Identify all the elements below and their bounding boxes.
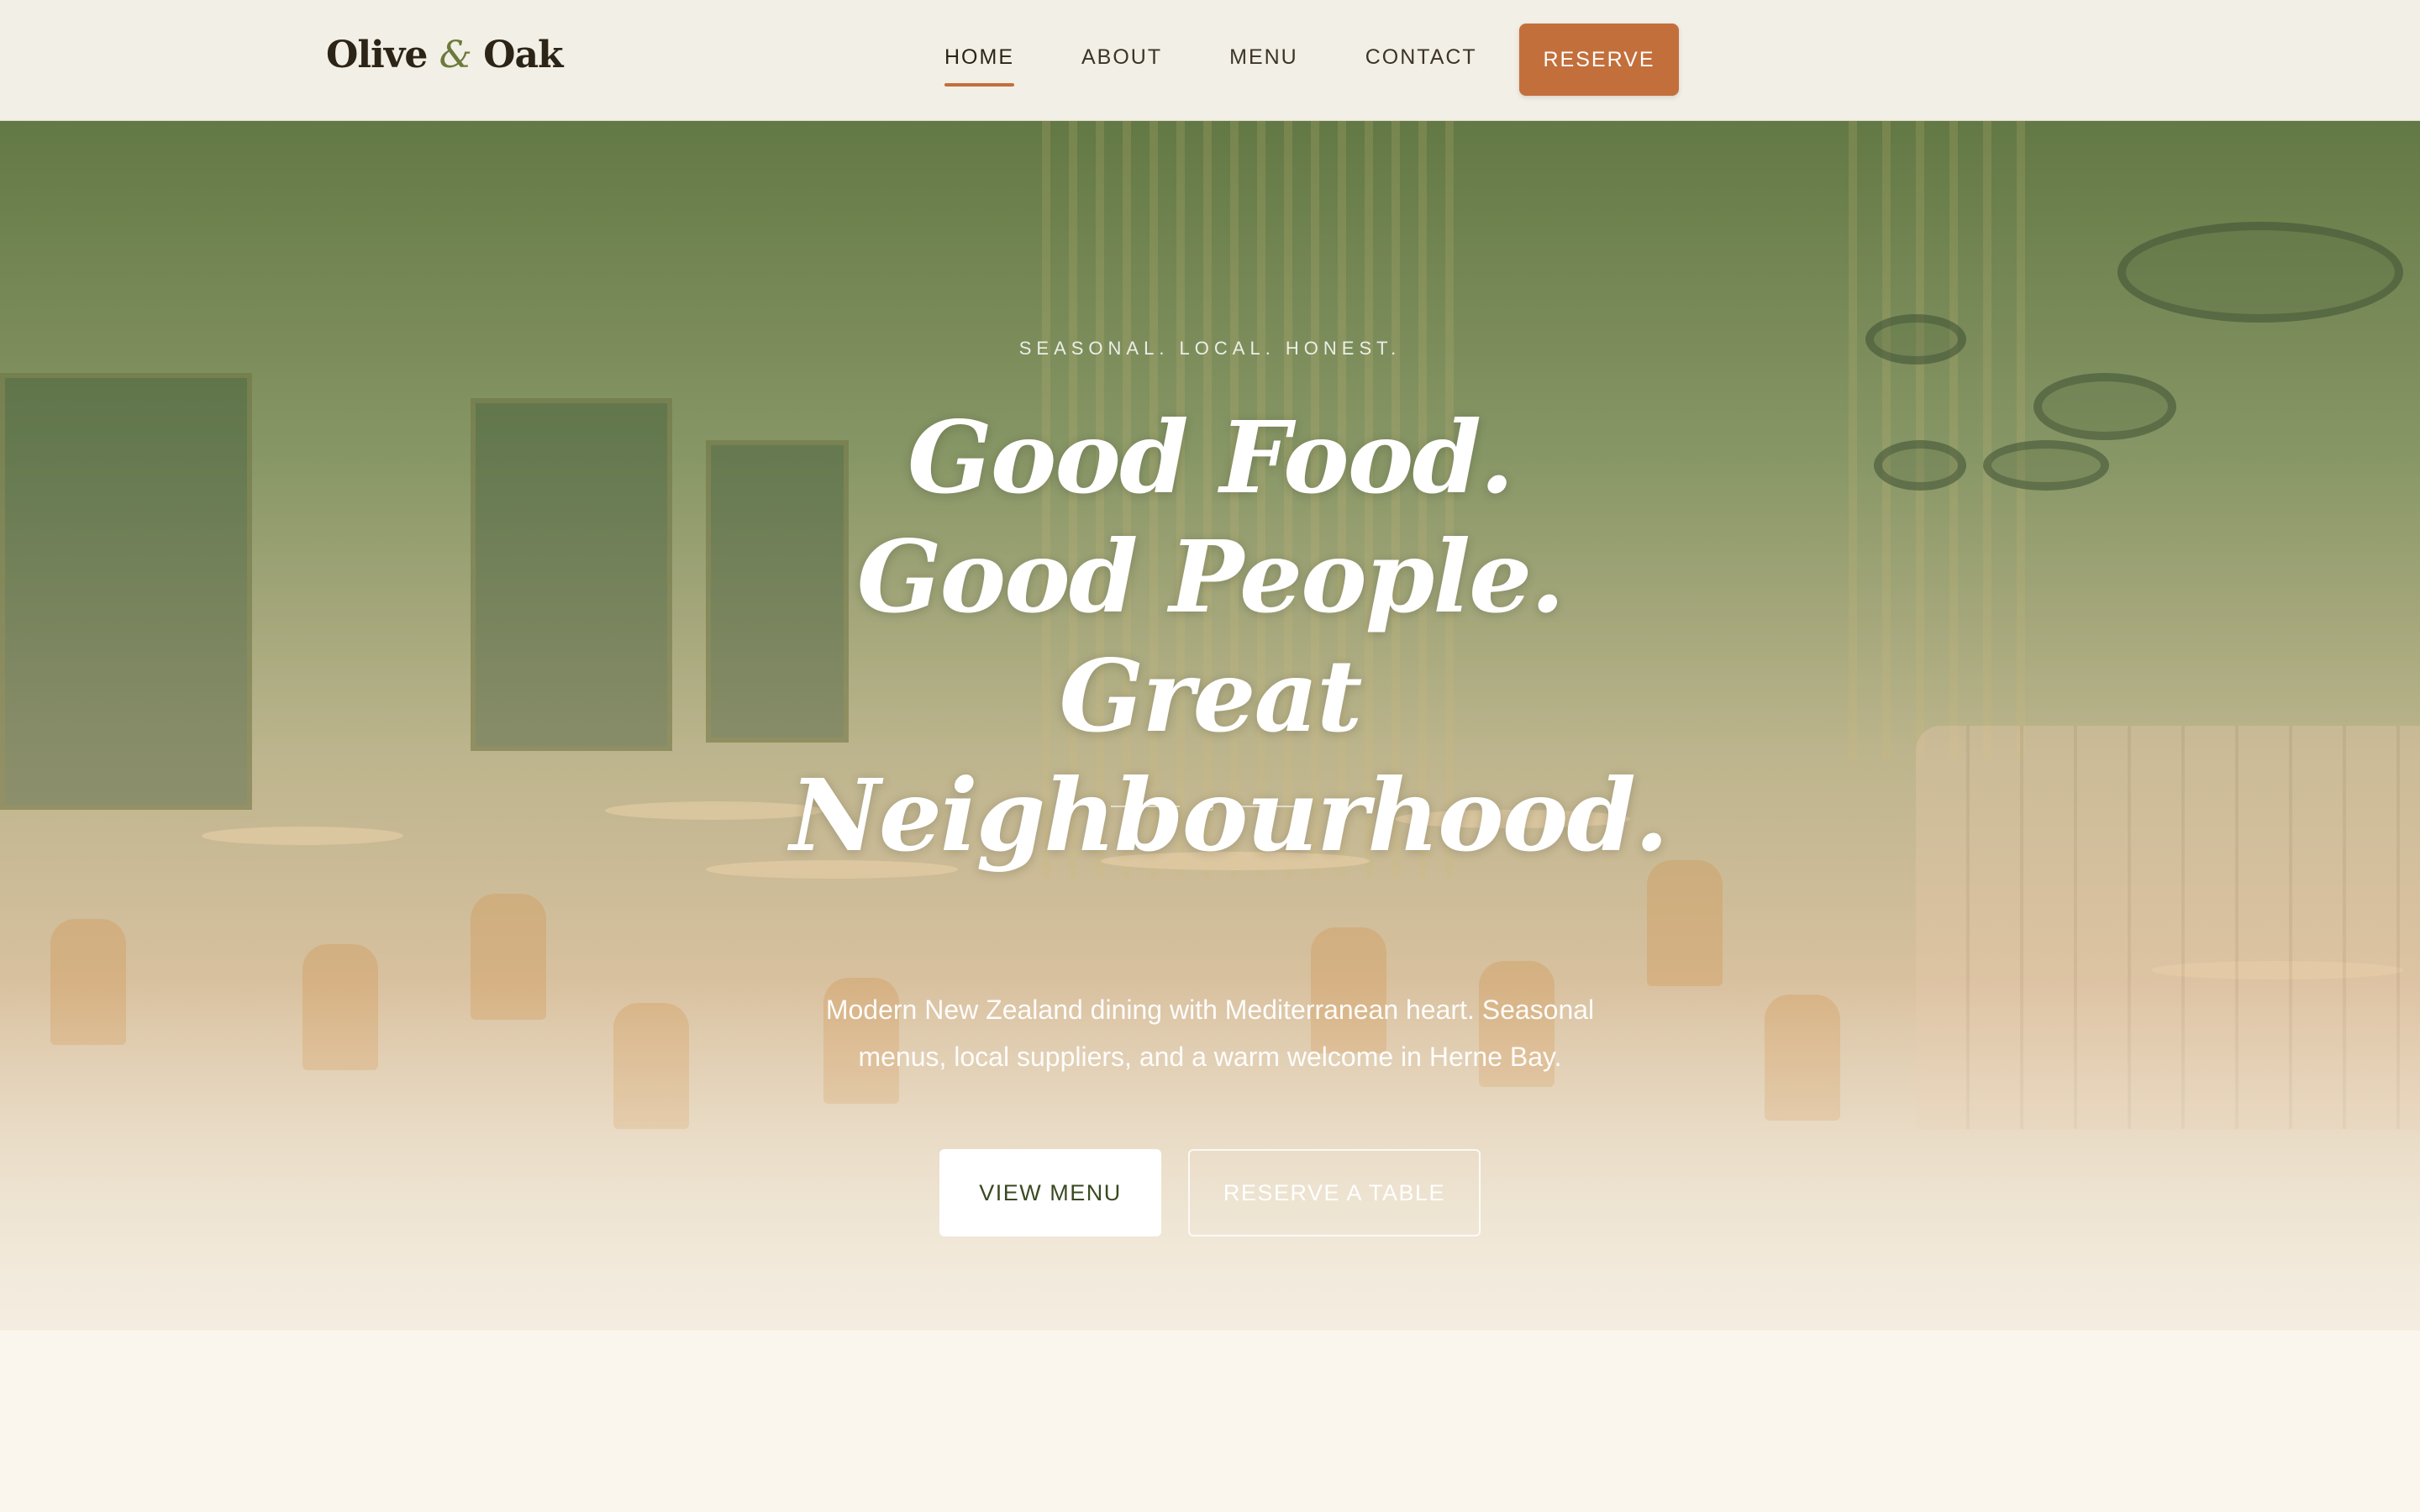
hero-subtitle: Modern New Zealand dining with Mediterra…: [825, 995, 1595, 1072]
main-nav: HOME ABOUT MENU CONTACT: [944, 45, 1544, 87]
nav-home[interactable]: HOME: [944, 45, 1014, 87]
below-fold-section: [0, 1331, 2420, 1512]
nav-menu[interactable]: MENU: [1229, 45, 1298, 70]
brand-name-first: Olive: [326, 34, 428, 76]
view-menu-button[interactable]: VIEW MENU: [939, 1149, 1161, 1236]
brand-logo[interactable]: Olive & Oak: [326, 34, 563, 76]
hero-section: SEASONAL. LOCAL. HONEST. Good Food. Good…: [0, 121, 2420, 1331]
hero-eyebrow: SEASONAL. LOCAL. HONEST.: [1018, 338, 1402, 359]
reserve-button[interactable]: RESERVE: [1519, 24, 1679, 96]
reserve-table-button[interactable]: RESERVE A TABLE: [1188, 1149, 1481, 1236]
brand-ampersand: &: [439, 34, 472, 76]
site-header: Olive & Oak HOME ABOUT MENU CONTACT RESE…: [0, 0, 2420, 121]
hero-divider: ❦: [1111, 797, 1309, 814]
divider-line-right: [1240, 806, 1309, 807]
nav-contact[interactable]: CONTACT: [1365, 45, 1477, 70]
olive-sprig-icon: ❦: [1203, 797, 1217, 814]
divider-line-left: [1111, 806, 1180, 807]
nav-about[interactable]: ABOUT: [1081, 45, 1162, 70]
brand-name-second: Oak: [483, 34, 563, 76]
